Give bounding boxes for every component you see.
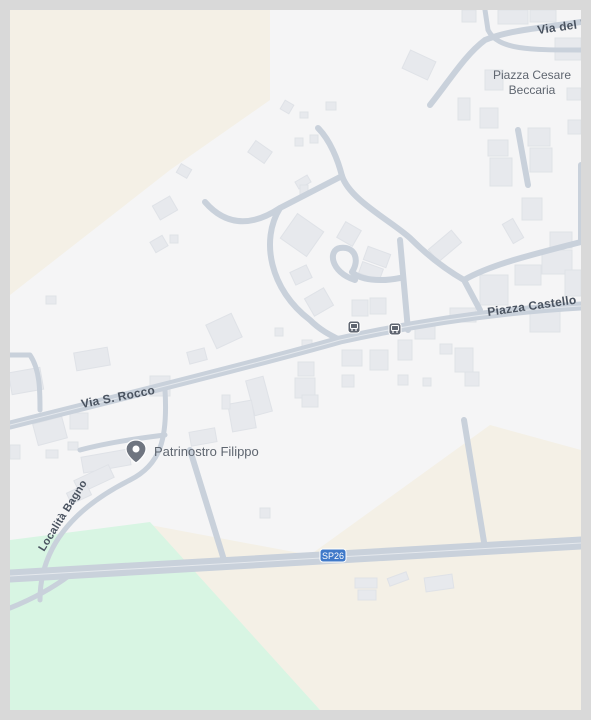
road-north (427, 19, 581, 108)
road-north-east (515, 127, 531, 188)
road-inner-link (397, 237, 411, 333)
field-area-northwest (10, 10, 270, 295)
place-label-line-1: Piazza Cesare (493, 68, 571, 82)
road-curve-north (315, 125, 345, 179)
place-label-line-2: Beccaria (509, 83, 556, 97)
route-shield-label: SP26 (322, 551, 344, 561)
route-shield-sp26: SP26 (319, 548, 347, 563)
poi-label[interactable]: Patrinostro Filippo (154, 444, 259, 459)
bus-stop-icon[interactable] (347, 320, 361, 334)
bus-stop-icon[interactable] (388, 322, 402, 336)
road-label-via-s-rocco: Via S. Rocco (80, 383, 156, 411)
map-view[interactable]: Via S. Rocco Piazza Castello Via del I L… (10, 10, 581, 710)
road-side-link (77, 432, 168, 453)
map-canvas[interactable]: Via S. Rocco Piazza Castello Via del I L… (10, 10, 581, 710)
